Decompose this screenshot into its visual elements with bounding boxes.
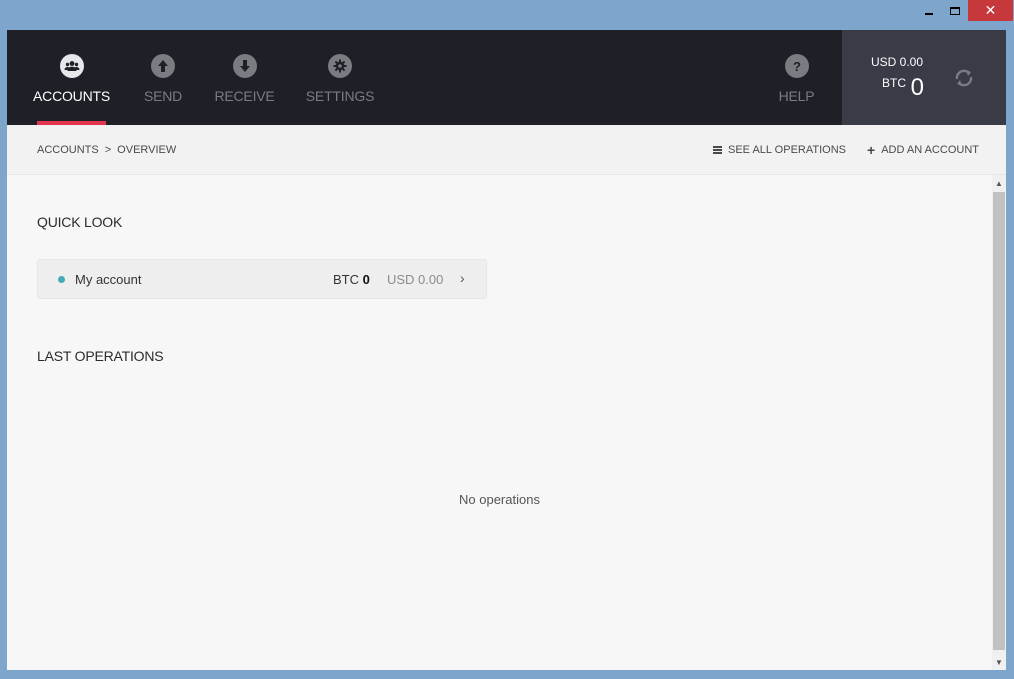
breadcrumb-separator: > [104, 144, 112, 156]
users-icon [59, 54, 84, 78]
nav-send-label: SEND [143, 88, 183, 104]
account-color-dot [58, 276, 65, 283]
nav-accounts-label: ACCOUNTS [33, 88, 110, 104]
add-account-label: ADD AN ACCOUNT [881, 144, 979, 156]
chevron-right-icon: › [460, 270, 465, 286]
breadcrumb-overview: OVERVIEW [117, 144, 177, 156]
nav-help-label: HELP [778, 88, 815, 104]
app-window: ACCOUNTS SEND RECEIVE SETTINGS ? HELP US… [7, 30, 1006, 670]
gear-icon [328, 54, 352, 78]
question-icon: ? [784, 54, 809, 78]
account-btc-prefix: BTC [333, 272, 359, 287]
arrow-down-icon [232, 54, 257, 78]
account-btc-balance: BTC 0 [333, 272, 370, 287]
see-all-operations-label: SEE ALL OPERATIONS [728, 144, 846, 156]
close-button[interactable]: ✕ [968, 0, 1013, 21]
maximize-icon [950, 6, 960, 15]
refresh-icon [955, 69, 973, 87]
window-titlebar: ✕ [0, 0, 1014, 30]
minimize-button[interactable] [917, 0, 941, 21]
breadcrumb-accounts[interactable]: ACCOUNTS [37, 144, 99, 156]
main-content: QUICK LOOK My account BTC 0 USD 0.00 › L… [7, 175, 992, 670]
subheader: ACCOUNTS > OVERVIEW SEE ALL OPERATIONS +… [7, 125, 1006, 175]
see-all-operations-button[interactable]: SEE ALL OPERATIONS [713, 144, 846, 156]
vertical-scrollbar[interactable]: ▲ ▼ [992, 175, 1006, 670]
breadcrumb: ACCOUNTS > OVERVIEW [37, 144, 176, 156]
scroll-down-arrow-icon[interactable]: ▼ [992, 655, 1006, 669]
quick-look-title: QUICK LOOK [37, 214, 123, 230]
nav-send[interactable]: SEND [143, 30, 183, 125]
account-card[interactable]: My account BTC 0 USD 0.00 › [37, 259, 487, 299]
plus-icon: + [867, 142, 876, 158]
nav-settings[interactable]: SETTINGS [305, 30, 375, 125]
add-account-button[interactable]: + ADD AN ACCOUNT [867, 142, 979, 158]
close-icon: ✕ [984, 2, 997, 18]
balance-usd: USD 0.00 [870, 55, 923, 69]
empty-operations-message: No operations [459, 492, 540, 507]
maximize-button[interactable] [943, 0, 967, 21]
nav-receive-label: RECEIVE [214, 88, 275, 104]
scrollbar-thumb[interactable] [993, 192, 1005, 650]
list-icon [713, 146, 722, 154]
balance-btc-label: BTC [882, 76, 906, 90]
nav-help[interactable]: ? HELP [778, 30, 815, 125]
balance-btc-value: 0 [910, 74, 924, 101]
refresh-button[interactable] [952, 66, 976, 90]
scroll-up-arrow-icon[interactable]: ▲ [992, 176, 1006, 190]
arrow-up-icon [151, 54, 175, 78]
account-name: My account [75, 272, 142, 287]
account-btc-value: 0 [362, 272, 370, 287]
nav-accounts[interactable]: ACCOUNTS [33, 30, 110, 125]
balance-panel: USD 0.00 BTC 0 [842, 30, 1006, 125]
top-navigation: ACCOUNTS SEND RECEIVE SETTINGS ? HELP US… [7, 30, 1006, 125]
minimize-icon [925, 12, 933, 15]
svg-text:?: ? [793, 59, 801, 73]
last-operations-title: LAST OPERATIONS [37, 348, 164, 364]
nav-settings-label: SETTINGS [305, 88, 375, 104]
account-usd-balance: USD 0.00 [387, 272, 444, 287]
nav-receive[interactable]: RECEIVE [214, 30, 275, 125]
